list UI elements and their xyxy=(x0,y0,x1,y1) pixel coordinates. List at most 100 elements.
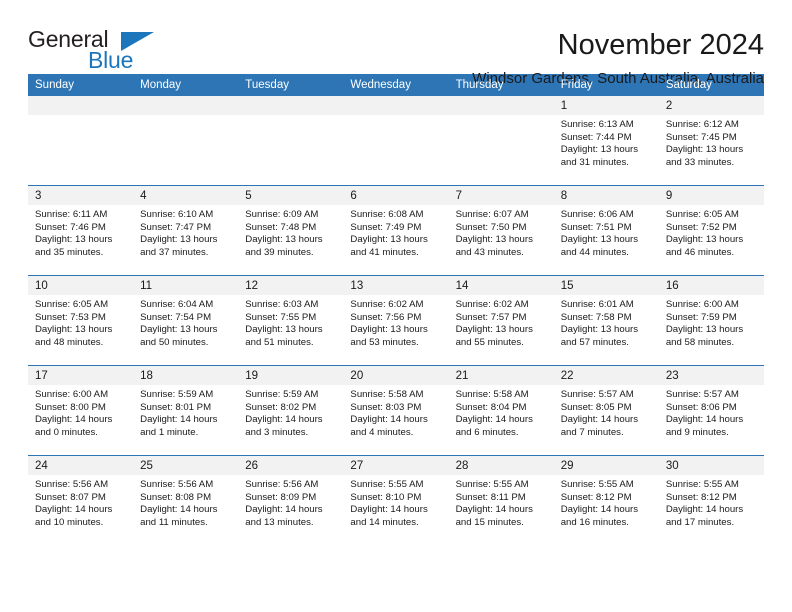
day-details: Sunrise: 6:09 AM Sunset: 7:48 PM Daylight:… xyxy=(238,205,343,259)
sunset-text: Sunset: 8:05 PM xyxy=(560,401,632,413)
daylight-text: and 37 minutes. xyxy=(140,246,209,258)
day-details: Sunrise: 6:00 AM Sunset: 8:00 PM Daylight:… xyxy=(28,385,133,439)
daylight-text: Daylight: 13 hours xyxy=(350,324,428,336)
day-details: Sunrise: 6:05 AM Sunset: 7:52 PM Daylight:… xyxy=(659,205,764,259)
sunrise-text: Sunrise: 6:10 AM xyxy=(140,209,214,220)
daylight-text: Daylight: 13 hours xyxy=(560,234,639,246)
sunset-text: Sunset: 8:03 PM xyxy=(350,401,422,413)
calendar-week-row: 1 Sunrise: 6:13 AM Sunset: 7:44 PM Daylight… xyxy=(28,96,764,186)
sunset-text: Sunset: 7:55 PM xyxy=(245,311,317,323)
day-number: 19 xyxy=(238,366,344,385)
daylight-text: and 33 minutes. xyxy=(665,156,735,168)
sunset-text: Sunset: 7:57 PM xyxy=(455,311,527,323)
sunrise-text: Sunrise: 6:06 AM xyxy=(560,209,634,220)
sunset-text: Sunset: 7:54 PM xyxy=(140,311,212,323)
sunset-text: Sunset: 7:53 PM xyxy=(35,311,106,323)
calendar-day-cell[interactable]: 29 Sunrise: 5:55 AM Sunset: 8:12 PM Dayligh… xyxy=(553,455,659,545)
calendar-day-cell[interactable]: 7 Sunrise: 6:07 AM Sunset: 7:50 PM Daylight… xyxy=(448,185,554,276)
sunset-text: Sunset: 8:09 PM xyxy=(245,491,317,503)
sunset-text: Sunset: 7:58 PM xyxy=(560,311,632,323)
calendar-day-cell[interactable]: 19 Sunrise: 5:59 AM Sunset: 8:02 PM Dayligh… xyxy=(238,365,344,456)
day-number: 16 xyxy=(658,276,764,295)
calendar-day-cell[interactable]: 14 Sunrise: 6:02 AM Sunset: 7:57 PM Dayligh… xyxy=(448,275,554,366)
sunset-text: Sunset: 7:59 PM xyxy=(665,311,737,323)
sunset-text: Sunset: 7:49 PM xyxy=(350,221,422,233)
calendar-day-cell[interactable]: 2 Sunrise: 6:12 AM Sunset: 7:45 PM Daylight… xyxy=(658,96,764,186)
daylight-text: Daylight: 13 hours xyxy=(455,324,533,336)
daylight-text: and 10 minutes. xyxy=(35,516,104,528)
sunrise-text: Sunrise: 5:56 AM xyxy=(35,479,109,490)
day-number: 15 xyxy=(553,276,659,295)
sunset-text: Sunset: 8:12 PM xyxy=(560,491,632,503)
day-number xyxy=(238,96,344,115)
day-number: 21 xyxy=(448,366,554,385)
calendar-day-cell[interactable]: 4 Sunrise: 6:10 AM Sunset: 7:47 PM Daylight… xyxy=(133,185,239,276)
calendar-day-cell[interactable]: 3 Sunrise: 6:11 AM Sunset: 7:46 PM Daylight… xyxy=(28,185,134,276)
calendar-day-cell[interactable]: 23 Sunrise: 5:57 AM Sunset: 8:06 PM Dayligh… xyxy=(658,365,764,456)
calendar-day-cell[interactable]: 12 Sunrise: 6:03 AM Sunset: 7:55 PM Dayligh… xyxy=(238,275,344,366)
day-details: Sunrise: 5:58 AM Sunset: 8:04 PM Daylight:… xyxy=(449,385,554,439)
daylight-text: Daylight: 13 hours xyxy=(455,234,533,246)
calendar-day-cell-empty xyxy=(133,96,239,186)
daylight-text: Daylight: 13 hours xyxy=(350,234,428,246)
calendar-day-cell[interactable]: 10 Sunrise: 6:05 AM Sunset: 7:53 PM Dayligh… xyxy=(28,275,134,366)
day-number: 24 xyxy=(28,456,134,475)
daylight-text: and 15 minutes. xyxy=(455,516,524,528)
day-details: Sunrise: 6:00 AM Sunset: 7:59 PM Daylight:… xyxy=(659,295,764,349)
daylight-text: Daylight: 13 hours xyxy=(665,234,744,246)
daylight-text: Daylight: 14 hours xyxy=(140,504,218,516)
sunrise-text: Sunrise: 6:13 AM xyxy=(560,119,634,130)
daylight-text: Daylight: 14 hours xyxy=(560,504,639,516)
day-details: Sunrise: 6:06 AM Sunset: 7:51 PM Daylight:… xyxy=(554,205,659,259)
calendar-day-cell[interactable]: 11 Sunrise: 6:04 AM Sunset: 7:54 PM Dayligh… xyxy=(133,275,239,366)
daylight-text: and 43 minutes. xyxy=(455,246,524,258)
daylight-text: and 41 minutes. xyxy=(350,246,419,258)
calendar-day-cell[interactable]: 1 Sunrise: 6:13 AM Sunset: 7:44 PM Daylight… xyxy=(553,96,659,186)
calendar-day-cell[interactable]: 26 Sunrise: 5:56 AM Sunset: 8:09 PM Dayligh… xyxy=(238,455,344,545)
daylight-text: and 39 minutes. xyxy=(245,246,314,258)
calendar-day-cell[interactable]: 21 Sunrise: 5:58 AM Sunset: 8:04 PM Dayligh… xyxy=(448,365,554,456)
calendar-day-cell[interactable]: 9 Sunrise: 6:05 AM Sunset: 7:52 PM Daylight… xyxy=(658,185,764,276)
calendar-day-cell-empty xyxy=(28,96,134,186)
day-number: 18 xyxy=(133,366,239,385)
daylight-text: and 51 minutes. xyxy=(245,336,314,348)
sunset-text: Sunset: 8:01 PM xyxy=(140,401,212,413)
daylight-text: and 31 minutes. xyxy=(560,156,629,168)
weekday-header-tuesday: Tuesday xyxy=(238,74,344,96)
daylight-text: Daylight: 13 hours xyxy=(35,324,113,336)
sunset-text: Sunset: 8:08 PM xyxy=(140,491,212,503)
calendar-day-cell[interactable]: 30 Sunrise: 5:55 AM Sunset: 8:12 PM Dayligh… xyxy=(658,455,764,545)
calendar-day-cell[interactable]: 16 Sunrise: 6:00 AM Sunset: 7:59 PM Dayligh… xyxy=(658,275,764,366)
location-subtitle: Windsor Gardens, South Australia, Austra… xyxy=(472,70,764,87)
sunrise-text: Sunrise: 6:01 AM xyxy=(560,299,634,310)
calendar-day-cell[interactable]: 18 Sunrise: 5:59 AM Sunset: 8:01 PM Dayligh… xyxy=(133,365,239,456)
calendar-page: General Blue November 2024 Windsor Garde… xyxy=(0,0,792,612)
day-number: 9 xyxy=(658,186,764,205)
day-number: 1 xyxy=(553,96,659,115)
daylight-text: and 16 minutes. xyxy=(560,516,629,528)
calendar-day-cell[interactable]: 13 Sunrise: 6:02 AM Sunset: 7:56 PM Dayligh… xyxy=(343,275,449,366)
daylight-text: Daylight: 14 hours xyxy=(455,414,533,426)
daylight-text: Daylight: 13 hours xyxy=(665,324,744,336)
day-number: 30 xyxy=(658,456,764,475)
day-details: Sunrise: 6:05 AM Sunset: 7:53 PM Daylight:… xyxy=(28,295,133,349)
day-number: 8 xyxy=(553,186,659,205)
day-number: 13 xyxy=(343,276,449,295)
day-number: 23 xyxy=(658,366,764,385)
daylight-text: and 57 minutes. xyxy=(560,336,629,348)
calendar-day-cell[interactable]: 5 Sunrise: 6:09 AM Sunset: 7:48 PM Daylight… xyxy=(238,185,344,276)
calendar-day-cell[interactable]: 27 Sunrise: 5:55 AM Sunset: 8:10 PM Dayligh… xyxy=(343,455,449,545)
calendar-week-row: 24 Sunrise: 5:56 AM Sunset: 8:07 PM Dayligh… xyxy=(28,455,764,545)
calendar-day-cell[interactable]: 15 Sunrise: 6:01 AM Sunset: 7:58 PM Dayligh… xyxy=(553,275,659,366)
day-number: 27 xyxy=(343,456,449,475)
calendar-day-cell[interactable]: 8 Sunrise: 6:06 AM Sunset: 7:51 PM Daylight… xyxy=(553,185,659,276)
calendar-day-cell[interactable]: 28 Sunrise: 5:55 AM Sunset: 8:11 PM Dayligh… xyxy=(448,455,554,545)
day-number xyxy=(133,96,239,115)
calendar-day-cell[interactable]: 6 Sunrise: 6:08 AM Sunset: 7:49 PM Daylight… xyxy=(343,185,449,276)
calendar-day-cell[interactable]: 25 Sunrise: 5:56 AM Sunset: 8:08 PM Dayligh… xyxy=(133,455,239,545)
daylight-text: and 7 minutes. xyxy=(560,426,624,438)
calendar-day-cell[interactable]: 22 Sunrise: 5:57 AM Sunset: 8:05 PM Dayligh… xyxy=(553,365,659,456)
calendar-day-cell[interactable]: 20 Sunrise: 5:58 AM Sunset: 8:03 PM Dayligh… xyxy=(343,365,449,456)
calendar-day-cell[interactable]: 17 Sunrise: 6:00 AM Sunset: 8:00 PM Dayligh… xyxy=(28,365,134,456)
calendar-day-cell[interactable]: 24 Sunrise: 5:56 AM Sunset: 8:07 PM Dayligh… xyxy=(28,455,134,545)
